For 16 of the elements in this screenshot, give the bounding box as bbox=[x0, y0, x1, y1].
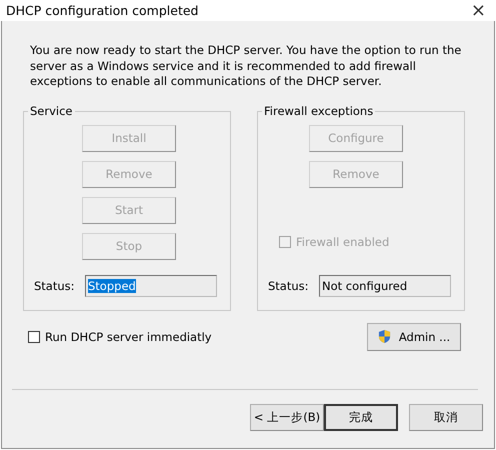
status-field: Not configured bbox=[319, 274, 451, 296]
status-field: Stopped bbox=[85, 274, 217, 296]
close-button[interactable]: × bbox=[466, 2, 490, 20]
checkbox[interactable] bbox=[28, 330, 40, 342]
window-title: DHCP configuration completed bbox=[6, 3, 198, 18]
group-title: Service bbox=[28, 104, 75, 118]
status-label: Status: bbox=[268, 278, 310, 292]
status-label: Status: bbox=[34, 278, 76, 292]
shield-icon bbox=[378, 329, 391, 344]
group-title: Firewall exceptions bbox=[262, 104, 376, 118]
push-button[interactable]: 取消 bbox=[409, 404, 483, 430]
push-button[interactable]: < 上一步(B) bbox=[250, 404, 324, 430]
admin-button[interactable]: Admin ... bbox=[367, 322, 461, 350]
push-button[interactable]: 完成 bbox=[324, 404, 398, 430]
checkbox-label[interactable]: Run DHCP server immediatly bbox=[45, 330, 212, 344]
intro-text: You are now ready to start the DHCP server. You have the option to run the server as a Windows service and it is recommended to add firewall exceptions to enable all communications of the DHCP server. bbox=[30, 43, 462, 90]
